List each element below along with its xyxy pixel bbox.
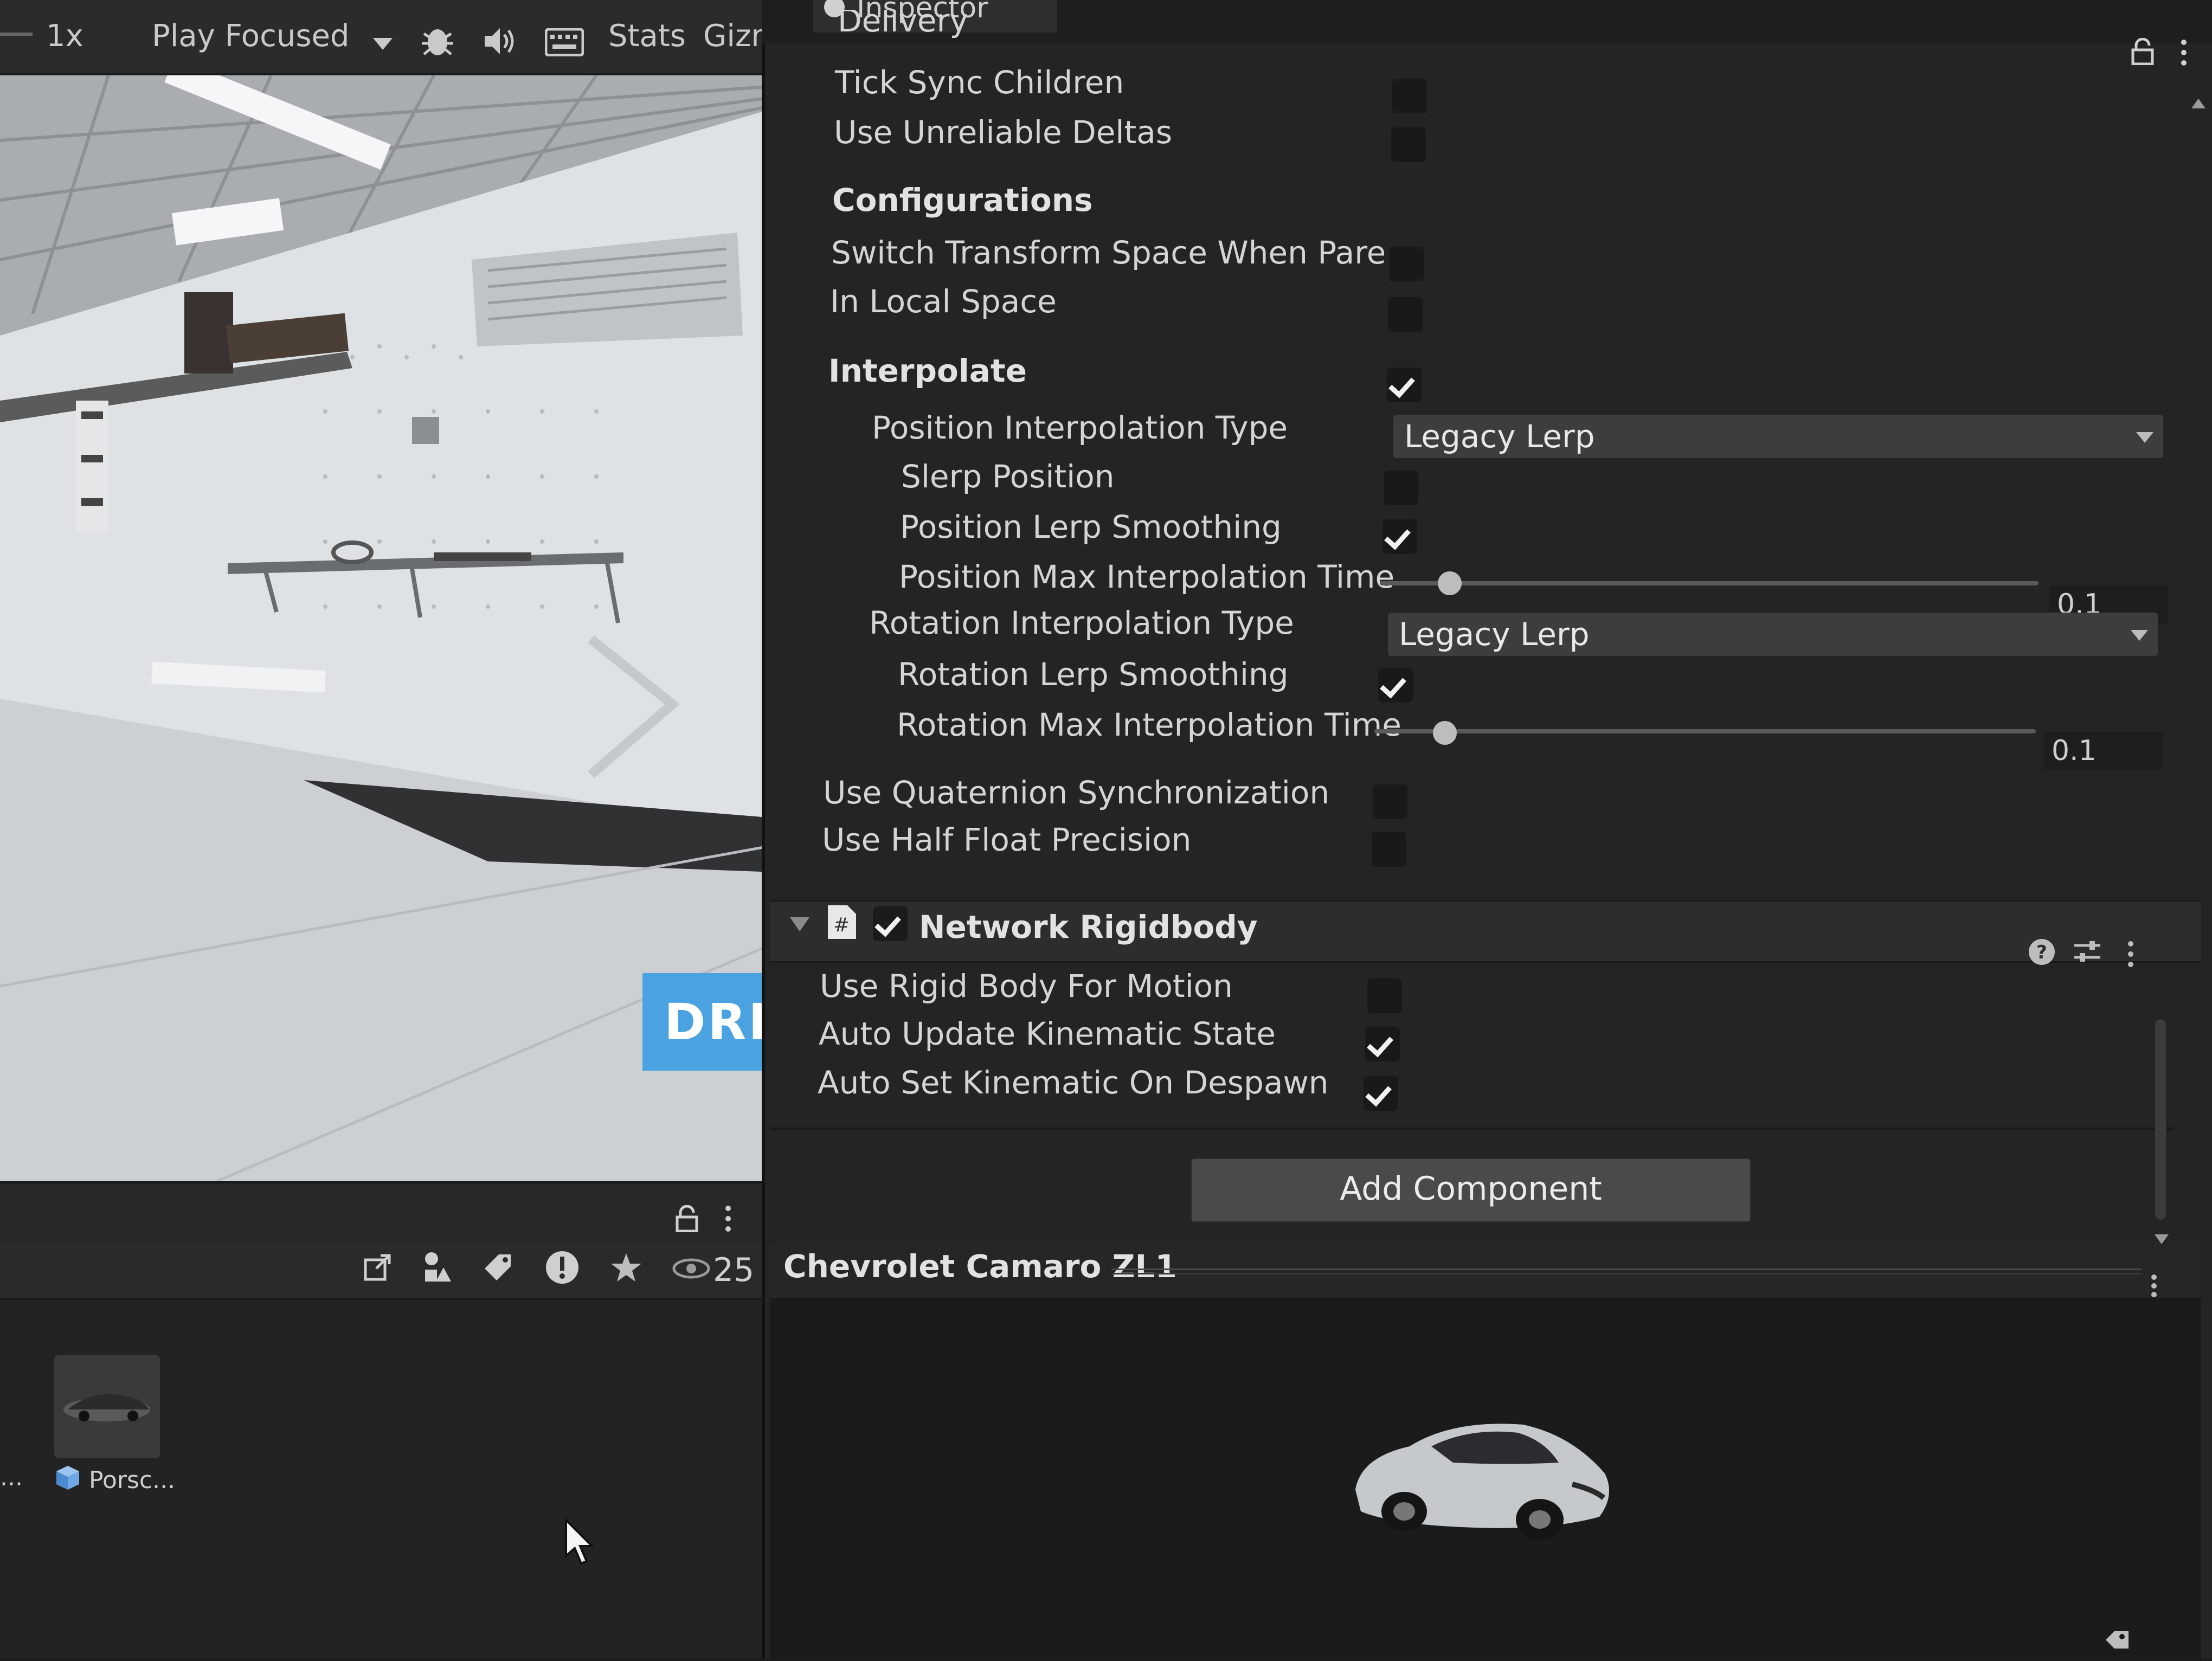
preview-area[interactable] bbox=[770, 1300, 2201, 1659]
warning-icon[interactable] bbox=[545, 1250, 580, 1287]
label-use-unreliable-deltas: Use Unreliable Deltas bbox=[834, 114, 1173, 151]
help-icon[interactable]: ? bbox=[2028, 938, 2056, 968]
stats-button[interactable]: Stats bbox=[608, 18, 686, 54]
game-viewport[interactable]: DRIV bbox=[0, 75, 775, 1181]
check-icon bbox=[1380, 671, 1406, 699]
chevron-down-icon bbox=[2131, 630, 2148, 641]
component-more-icon[interactable] bbox=[2126, 941, 2135, 970]
star-icon[interactable] bbox=[610, 1252, 642, 1285]
label-use-half-float: Use Half Float Precision bbox=[822, 821, 1192, 858]
project-panel-header bbox=[0, 1182, 762, 1243]
checkbox-switch-transform-space[interactable] bbox=[1389, 247, 1424, 281]
label-switch-transform-space: Switch Transform Space When Parente bbox=[831, 234, 1384, 271]
checkbox-tick-sync-children[interactable] bbox=[1392, 79, 1427, 113]
preview-drag-handle[interactable] bbox=[1111, 1269, 2142, 1274]
checkbox-use-unreliable-deltas[interactable] bbox=[1391, 127, 1426, 162]
filter-by-type-icon[interactable] bbox=[422, 1251, 452, 1286]
asset-thumbnail[interactable] bbox=[54, 1355, 160, 1458]
project-toolbar: 25 bbox=[0, 1241, 762, 1300]
drive-sign: DRIV bbox=[642, 973, 775, 1071]
more-options-icon[interactable] bbox=[724, 1205, 732, 1234]
foldout-arrow-icon[interactable] bbox=[789, 916, 811, 935]
slider-thumb-rotation-max-interpolation[interactable] bbox=[1433, 721, 1457, 745]
dropdown-position-interpolation-type[interactable]: Legacy Lerp bbox=[1393, 415, 2163, 458]
label-use-rigid-body-for-motion: Use Rigid Body For Motion bbox=[820, 968, 1233, 1005]
scale-label[interactable]: 1x bbox=[46, 18, 83, 54]
slider-rotation-max-interpolation-time[interactable] bbox=[1374, 729, 2036, 733]
section-configurations: Configurations bbox=[832, 182, 1093, 218]
checkbox-use-half-float[interactable] bbox=[1372, 832, 1406, 867]
asset-label-prev[interactable]: ... bbox=[0, 1464, 23, 1491]
slider-thumb-position-max-interpolation[interactable] bbox=[1438, 571, 1462, 595]
label-position-lerp-smoothing: Position Lerp Smoothing bbox=[900, 508, 1282, 545]
section-delivery-cut: Delivery bbox=[838, 10, 968, 39]
checkbox-use-rigid-body-for-motion[interactable] bbox=[1367, 978, 1402, 1013]
lock-icon[interactable] bbox=[675, 1205, 699, 1234]
inspector-more-icon[interactable] bbox=[2179, 39, 2188, 68]
check-icon bbox=[1367, 1030, 1393, 1058]
play-mode-dropdown[interactable]: Play Focused bbox=[152, 18, 350, 54]
keyboard-icon[interactable] bbox=[545, 28, 584, 56]
label-auto-set-kinematic-on-despawn: Auto Set Kinematic On Despawn bbox=[818, 1064, 1329, 1101]
toolbar-divider bbox=[0, 33, 33, 36]
audio-icon[interactable] bbox=[483, 26, 517, 56]
check-icon bbox=[874, 910, 901, 937]
label-interpolate: Interpolate bbox=[828, 352, 1027, 389]
asset-name: Porsc... bbox=[89, 1466, 176, 1494]
check-icon bbox=[1384, 523, 1411, 550]
chevron-down-icon bbox=[2136, 432, 2153, 443]
label-position-max-interpolation-time: Position Max Interpolation Time bbox=[899, 558, 1395, 595]
checkbox-interpolate[interactable] bbox=[1387, 368, 1422, 402]
checkbox-auto-set-kinematic-on-despawn[interactable] bbox=[1364, 1076, 1398, 1111]
add-component-button[interactable]: Add Component bbox=[1190, 1157, 1752, 1223]
slider-position-max-interpolation-time[interactable] bbox=[1380, 581, 2039, 585]
checkbox-auto-update-kinematic-state[interactable] bbox=[1365, 1027, 1400, 1061]
game-view-toolbar: 1x Play Focused Stats Gizmc bbox=[0, 0, 798, 75]
checkbox-in-local-space[interactable] bbox=[1388, 297, 1423, 332]
svg-text:#: # bbox=[833, 914, 850, 936]
label-position-interpolation-type: Position Interpolation Type bbox=[872, 409, 1288, 446]
presets-sliders-icon[interactable] bbox=[2072, 938, 2102, 967]
dropdown-rotation-interpolation-value: Legacy Lerp bbox=[1399, 616, 1590, 653]
tag-icon[interactable] bbox=[483, 1252, 513, 1285]
component-divider bbox=[770, 1128, 2174, 1130]
visibility-eye-icon[interactable] bbox=[672, 1258, 710, 1282]
label-rotation-interpolation-type: Rotation Interpolation Type bbox=[869, 604, 1294, 641]
car-preview-model bbox=[1355, 1424, 1609, 1540]
mouse-cursor-icon bbox=[564, 1517, 596, 1569]
car-thumbnail-icon bbox=[63, 1394, 150, 1421]
inspector-scrollbar[interactable] bbox=[2155, 1019, 2166, 1220]
checkbox-network-rigidbody-enabled[interactable] bbox=[873, 906, 908, 941]
label-tick-sync-children: Tick Sync Children bbox=[835, 64, 1124, 101]
label-use-quaternion-sync: Use Quaternion Synchronization bbox=[823, 774, 1330, 811]
bug-icon[interactable] bbox=[419, 22, 456, 60]
label-auto-update-kinematic-state: Auto Update Kinematic State bbox=[819, 1015, 1276, 1052]
prefab-cube-icon bbox=[54, 1464, 81, 1497]
script-icon: # bbox=[826, 904, 857, 942]
dropdown-rotation-interpolation-type[interactable]: Legacy Lerp bbox=[1388, 613, 2158, 656]
preview-title: Chevrolet Camaro ZL1 bbox=[783, 1248, 1177, 1285]
scroll-up-icon[interactable] bbox=[2190, 98, 2207, 112]
check-icon bbox=[1388, 371, 1415, 398]
label-rotation-lerp-smoothing: Rotation Lerp Smoothing bbox=[898, 656, 1289, 693]
hidden-count: 25 bbox=[713, 1251, 755, 1289]
check-icon bbox=[1365, 1079, 1392, 1107]
inspector-lock-icon[interactable] bbox=[2131, 37, 2155, 67]
dropdown-position-interpolation-value: Legacy Lerp bbox=[1404, 418, 1595, 455]
svg-text:?: ? bbox=[2036, 942, 2047, 963]
checkbox-position-lerp-smoothing[interactable] bbox=[1382, 519, 1417, 554]
open-in-window-icon[interactable] bbox=[362, 1252, 393, 1285]
asset-label[interactable]: Porsc... bbox=[54, 1464, 175, 1497]
checkbox-use-quaternion-sync[interactable] bbox=[1373, 784, 1407, 819]
checkbox-slerp-position[interactable] bbox=[1384, 471, 1418, 505]
value-rotation-max-interpolation-time[interactable]: 0.1 bbox=[2044, 732, 2163, 770]
asset-label-tag-icon[interactable] bbox=[2104, 1629, 2131, 1653]
checkbox-rotation-lerp-smoothing[interactable] bbox=[1378, 668, 1413, 703]
label-slerp-position: Slerp Position bbox=[901, 458, 1115, 495]
label-in-local-space: In Local Space bbox=[830, 283, 1057, 320]
preview-more-icon[interactable] bbox=[2150, 1274, 2158, 1300]
component-title-network-rigidbody: Network Rigidbody bbox=[919, 909, 1258, 945]
label-rotation-max-interpolation-time: Rotation Max Interpolation Time bbox=[897, 706, 1401, 743]
play-mode-chevron-down-icon[interactable] bbox=[373, 38, 393, 50]
